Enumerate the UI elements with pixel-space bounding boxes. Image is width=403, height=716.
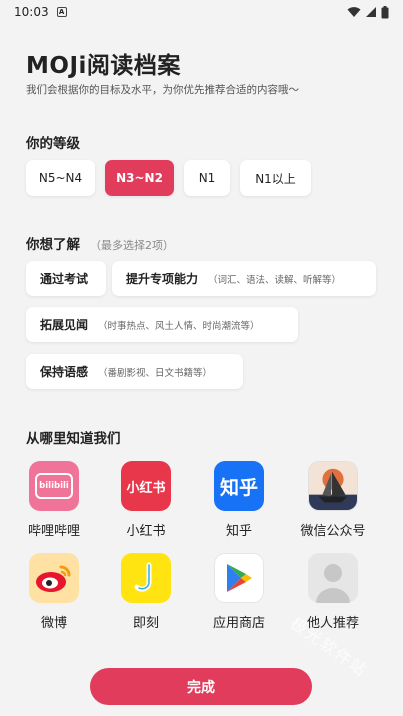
source-weibo[interactable]: 微博 — [14, 553, 94, 631]
interests-title: 你想了解 — [26, 237, 80, 253]
source-label: 微信公众号 — [300, 524, 366, 539]
level-option-label: N3~N2 — [116, 171, 163, 185]
source-label: 知乎 — [225, 524, 252, 539]
zhihu-icon: 知乎 — [214, 461, 264, 511]
sim-card-icon: A — [56, 7, 67, 17]
xiaohongshu-icon-wordmark: 小红书 — [126, 480, 166, 496]
status-time: 10:03 — [14, 5, 49, 19]
interest-option-label: 拓展见闻 — [40, 318, 89, 332]
source-app-store[interactable]: 应用商店 — [199, 553, 279, 631]
level-option-n5-n4[interactable]: N5~N4 — [26, 160, 95, 196]
interest-option-language-sense[interactable]: 保持语感 （番剧影视、日文书籍等） — [26, 354, 243, 389]
source-jike[interactable]: 即刻 — [106, 553, 186, 631]
interest-option-knowledge[interactable]: 拓展见闻 （时事热点、风土人情、时尚潮流等） — [26, 307, 298, 342]
wechat-official-account-icon — [308, 461, 358, 511]
status-bar: 10:03 A — [0, 0, 403, 24]
bilibili-icon-wordmark: bilibili — [39, 481, 69, 491]
wifi-icon — [347, 7, 361, 17]
play-store-icon — [214, 553, 264, 603]
interests-hint: （最多选择2项） — [90, 239, 174, 252]
interest-option-label: 保持语感 — [40, 365, 89, 379]
source-bilibili[interactable]: bilibili 哔哩哔哩 — [14, 461, 94, 539]
source-label: 即刻 — [132, 616, 159, 631]
done-button[interactable]: 完成 — [90, 668, 312, 705]
interest-option-label: 通过考试 — [40, 272, 89, 286]
cellular-signal-icon — [366, 7, 376, 17]
source-wechat-official-account[interactable]: 微信公众号 — [293, 461, 373, 539]
page-title: MOJi阅读档案 — [26, 53, 181, 79]
interests-section-title: 你想了解 （最多选择2项） — [26, 233, 174, 253]
battery-icon — [381, 5, 389, 18]
source-zhihu[interactable]: 知乎 知乎 — [199, 461, 279, 539]
sources-section-title: 从哪里知道我们 — [26, 431, 121, 447]
person-icon — [308, 553, 358, 603]
level-option-label: N5~N4 — [38, 171, 83, 185]
level-option-label: N1 — [198, 171, 216, 185]
interest-option-detail: （时事热点、风土人情、时尚潮流等） — [98, 320, 260, 332]
interest-option-skills[interactable]: 提升专项能力 （词汇、语法、读解、听解等） — [112, 261, 376, 296]
source-label: 哔哩哔哩 — [27, 524, 80, 539]
interest-option-detail: （词汇、语法、读解、听解等） — [208, 274, 342, 286]
weibo-icon — [29, 553, 79, 603]
interest-option-label: 提升专项能力 — [126, 272, 199, 286]
interest-option-exam[interactable]: 通过考试 — [26, 261, 106, 296]
xiaohongshu-icon: 小红书 — [121, 461, 171, 511]
level-option-n1-above[interactable]: N1以上 — [240, 160, 311, 196]
page-subtitle: 我们会根据你的目标及水平，为你优先推荐合适的内容哦～ — [26, 84, 299, 96]
level-option-label: N1以上 — [255, 171, 296, 186]
zhihu-icon-wordmark: 知乎 — [219, 476, 258, 499]
source-label: 微博 — [40, 616, 67, 631]
interest-option-detail: （番剧影视、日文书籍等） — [98, 367, 213, 379]
source-xiaohongshu[interactable]: 小红书 小红书 — [106, 461, 186, 539]
source-label: 小红书 — [126, 524, 166, 539]
level-section-title: 你的等级 — [26, 136, 80, 152]
level-option-n3-n2[interactable]: N3~N2 — [105, 160, 174, 196]
bilibili-icon: bilibili — [29, 461, 79, 511]
source-label: 应用商店 — [212, 616, 265, 631]
level-option-n1[interactable]: N1 — [184, 160, 230, 196]
jike-icon — [121, 553, 171, 603]
